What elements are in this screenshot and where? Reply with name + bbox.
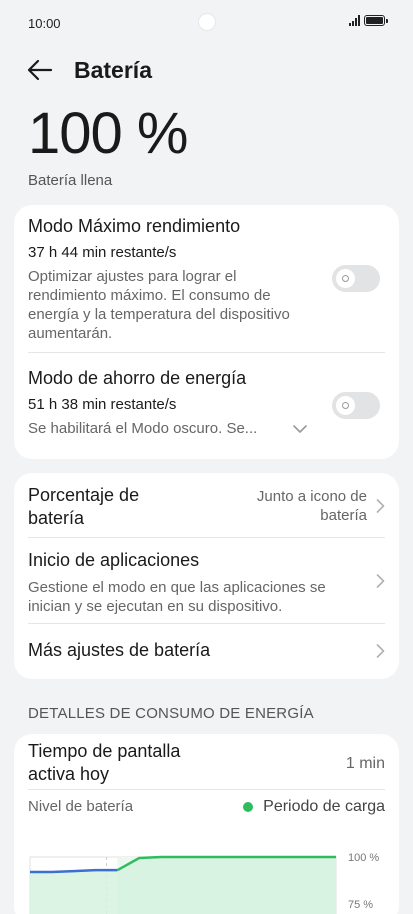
max-performance-toggle[interactable] xyxy=(332,265,380,292)
power-saving-title: Modo de ahorro de energía xyxy=(28,368,247,388)
battery-state: Batería llena xyxy=(28,172,113,189)
settings-card: Porcentaje de batería Junto a icono de b… xyxy=(14,473,399,679)
signal-icon xyxy=(349,15,360,26)
app-launch-description: Gestione el modo en que las aplicaciones… xyxy=(28,579,326,615)
chevron-down-icon[interactable] xyxy=(292,423,308,435)
charging-legend-dot xyxy=(243,801,254,812)
screen-time-label: Tiempo de pantalla activa hoy xyxy=(28,741,181,784)
chevron-right-icon xyxy=(376,574,385,588)
battery-percentage: 100 % xyxy=(28,101,188,166)
chart-header: Nivel de batería Periodo de carga xyxy=(28,797,385,819)
charge-fill xyxy=(30,857,336,914)
charging-legend-label: Periodo de carga xyxy=(263,798,385,815)
arrow-left-icon xyxy=(27,59,53,81)
battery-level-chart: 100 % 75 % xyxy=(29,852,379,914)
power-saving-toggle[interactable] xyxy=(332,392,380,419)
more-battery-settings[interactable]: Más ajustes de batería xyxy=(28,639,385,667)
consumption-section-title: DETALLES DE CONSUMO DE ENERGÍA xyxy=(28,705,314,722)
status-icons xyxy=(349,15,388,26)
battery-status-icon xyxy=(364,15,388,26)
screen-time-value: 1 min xyxy=(345,755,385,772)
max-performance-description: Optimizar ajustes para lograr el rendimi… xyxy=(28,268,290,342)
max-performance-remaining: 37 h 44 min restante/s xyxy=(28,244,177,261)
status-time: 10:00 xyxy=(28,16,61,31)
status-bar: 10:00 xyxy=(0,0,413,46)
app-launch-setting[interactable]: Inicio de aplicaciones Gestione el modo … xyxy=(28,549,385,615)
charging-legend: Periodo de carga xyxy=(243,797,385,816)
divider xyxy=(28,789,385,790)
toggle-knob xyxy=(336,269,355,288)
power-saving-description: Se habilitará el Modo oscuro. Se... xyxy=(28,420,258,437)
page-title: Batería xyxy=(74,57,152,83)
y-tick-label: 100 % xyxy=(348,852,379,864)
screen-time-row: Tiempo de pantalla activa hoy 1 min xyxy=(28,740,385,788)
battery-percentage-value: Junto a icono de batería xyxy=(256,488,367,524)
modes-card: Modo Máximo rendimiento 37 h 44 min rest… xyxy=(14,205,399,459)
y-tick-label: 75 % xyxy=(348,899,373,911)
max-performance-title: Modo Máximo rendimiento xyxy=(28,216,241,236)
divider xyxy=(28,352,385,353)
battery-percentage-setting[interactable]: Porcentaje de batería Junto a icono de b… xyxy=(28,484,385,532)
back-button[interactable] xyxy=(26,56,54,84)
battery-percentage-title: Porcentaje de batería xyxy=(28,485,140,528)
header: Batería xyxy=(0,50,413,90)
divider xyxy=(28,623,385,624)
chevron-right-icon xyxy=(376,644,385,658)
chevron-right-icon xyxy=(376,499,385,513)
toggle-knob xyxy=(336,396,355,415)
app-launch-title: Inicio de aplicaciones xyxy=(28,550,200,570)
camera-cutout xyxy=(199,14,215,30)
more-battery-settings-title: Más ajustes de batería xyxy=(28,640,211,660)
consumption-card: Tiempo de pantalla activa hoy 1 min Nive… xyxy=(14,734,399,914)
divider xyxy=(28,537,385,538)
